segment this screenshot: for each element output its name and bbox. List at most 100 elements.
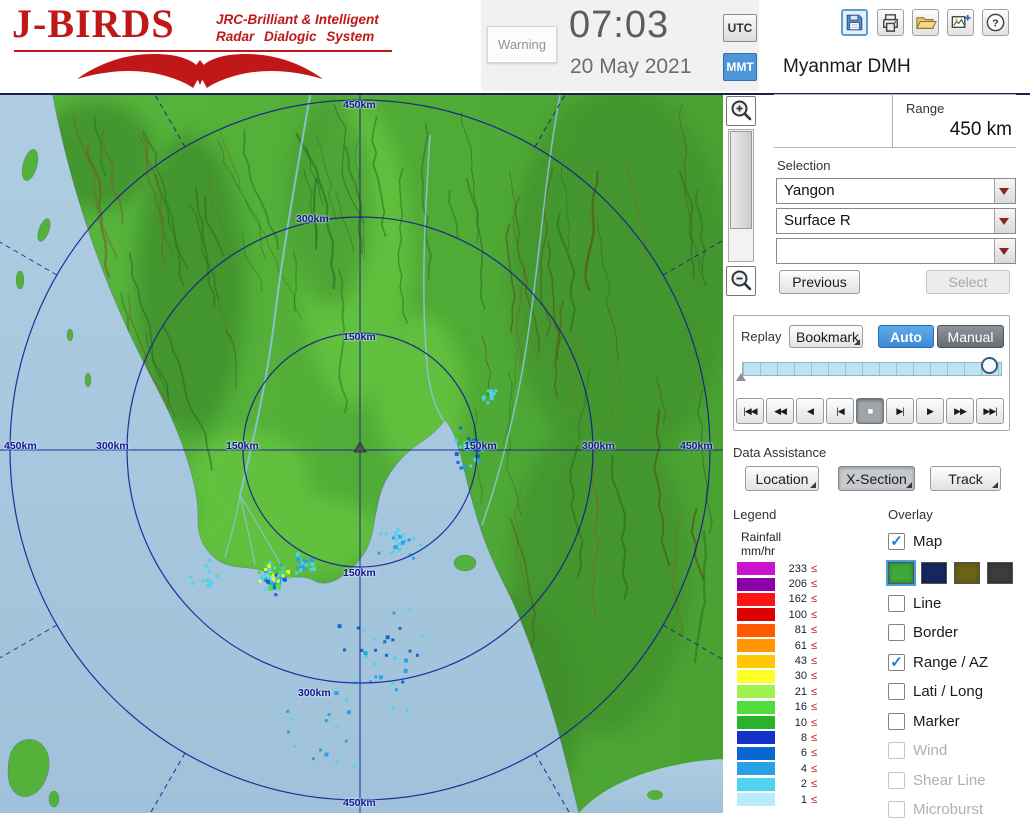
map-style-olive[interactable] [954, 562, 980, 584]
map-style-navy[interactable] [921, 562, 947, 584]
select-button[interactable]: Select [926, 270, 1010, 294]
legend-row: 162≤ [737, 592, 817, 607]
legend-value: 162 [779, 593, 807, 605]
overlay-item-marker[interactable]: Marker [888, 707, 1030, 737]
legend-row: 30 ≤ [737, 669, 817, 684]
overlay-item-border[interactable]: Border [888, 618, 1030, 648]
playback-step-forward[interactable]: ▶| [886, 398, 914, 424]
overlay-label: Marker [913, 713, 960, 730]
playback-play[interactable]: ▶ [916, 398, 944, 424]
zoom-in-button[interactable] [726, 96, 756, 126]
checkbox[interactable] [888, 624, 905, 641]
playback-fast-forward[interactable]: ▶▶ [946, 398, 974, 424]
location-button[interactable]: Location [745, 466, 819, 491]
radar-map-display[interactable]: 450km300km150km450km300km150km150km300km… [0, 93, 723, 813]
map-style-dark[interactable] [987, 562, 1013, 584]
site-dropdown-value: Yangon [777, 179, 994, 203]
legend-value: 4 [779, 763, 807, 775]
timeline-thumb[interactable] [981, 357, 998, 374]
range-ring-label: 450km [680, 440, 713, 452]
dropdown-arrow-icon[interactable] [994, 179, 1015, 203]
overlay-label: Lati / Long [913, 683, 983, 700]
auto-mode-button[interactable]: Auto [878, 325, 934, 348]
overlay-label: Map [913, 533, 942, 550]
save-button[interactable] [841, 9, 868, 36]
site-dropdown[interactable]: Yangon [776, 178, 1016, 204]
product-dropdown[interactable]: Surface R [776, 208, 1016, 234]
selection-label: Selection [777, 158, 830, 173]
checkbox[interactable] [888, 772, 905, 789]
legend-row: 206≤ [737, 576, 817, 591]
playback-stop[interactable]: ■ [856, 398, 884, 424]
timezone-mmt-button[interactable]: MMT [723, 53, 757, 81]
legend-value: 61 [779, 640, 807, 652]
legend-color-swatch [737, 593, 775, 606]
playback-step-back[interactable]: |◀ [826, 398, 854, 424]
legend-row: 81≤ [737, 623, 817, 638]
dropdown-arrow-icon[interactable] [994, 239, 1015, 263]
option-dropdown-value [777, 239, 994, 263]
legend-unit-line1: Rainfall [741, 530, 781, 544]
checkbox[interactable] [888, 595, 905, 612]
map-zoom-scrollbar[interactable] [728, 129, 754, 262]
bookmark-button[interactable]: Bookmark [789, 325, 863, 348]
legend-unit-line2: mm/hr [741, 544, 781, 558]
option-dropdown[interactable] [776, 238, 1016, 264]
legend-color-swatch [737, 639, 775, 652]
legend-lte-symbol: ≤ [811, 640, 817, 652]
x-section-button[interactable]: X-Section [838, 466, 915, 491]
legend-color-swatch [737, 731, 775, 744]
legend-row: 16≤ [737, 700, 817, 715]
scrollbar-thumb[interactable] [730, 131, 752, 229]
playback-skip-end[interactable]: ▶▶| [976, 398, 1004, 424]
overlay-item-range-az[interactable]: ✓Range / AZ [888, 648, 1030, 678]
checkbox[interactable]: ✓ [888, 533, 905, 550]
help-button[interactable]: ? [982, 9, 1009, 36]
overlay-item-map[interactable]: ✓ Map [888, 527, 1030, 557]
legend-lte-symbol: ≤ [811, 670, 817, 682]
legend-value: 30 [779, 670, 807, 682]
range-ring-label: 150km [226, 440, 259, 452]
overlay-item-wind[interactable]: Wind [888, 736, 1030, 766]
overlay-item-lati-long[interactable]: Lati / Long [888, 677, 1030, 707]
product-dropdown-value: Surface R [777, 209, 994, 233]
dropdown-arrow-icon[interactable] [994, 209, 1015, 233]
checkbox[interactable] [888, 713, 905, 730]
overlay-item-shear-line[interactable]: Shear Line [888, 766, 1030, 796]
track-button[interactable]: Track [930, 466, 1001, 491]
open-folder-button[interactable] [912, 9, 939, 36]
legend-value: 81 [779, 624, 807, 636]
legend-color-swatch [737, 655, 775, 668]
timezone-utc-button[interactable]: UTC [723, 14, 757, 42]
legend-row: 100≤ [737, 607, 817, 622]
legend-lte-symbol: ≤ [811, 655, 817, 667]
playback-play-reverse[interactable]: ◀ [796, 398, 824, 424]
playback-skip-start[interactable]: |◀◀ [736, 398, 764, 424]
legend-title: Legend [733, 507, 776, 522]
legend-lte-symbol: ≤ [811, 686, 817, 698]
overlay-item-microburst[interactable]: Microburst [888, 795, 1030, 825]
checkbox[interactable] [888, 801, 905, 818]
previous-button[interactable]: Previous [779, 270, 860, 294]
legend-row: 61 ≤ [737, 638, 817, 653]
manual-mode-button[interactable]: Manual [937, 325, 1004, 348]
range-ring-label: 450km [343, 99, 376, 111]
checkbox[interactable] [888, 742, 905, 759]
app-window: J-BIRDS JRC-Brilliant & Intelligent Rada… [0, 0, 1030, 811]
warning-button[interactable]: Warning [487, 26, 557, 63]
question-mark-icon: ? [984, 11, 1007, 34]
playback-rewind[interactable]: ◀◀ [766, 398, 794, 424]
legend-row: 233≤ [737, 561, 817, 576]
overlay-item-line[interactable]: Line [888, 589, 1030, 619]
zoom-out-button[interactable] [726, 266, 756, 296]
legend-lte-symbol: ≤ [811, 701, 817, 713]
magnifier-minus-icon [728, 267, 754, 293]
checkbox[interactable] [888, 683, 905, 700]
map-style-green[interactable] [888, 562, 914, 584]
replay-timeline-slider[interactable] [742, 362, 1002, 376]
checkbox[interactable]: ✓ [888, 654, 905, 671]
legend-color-swatch [737, 670, 775, 683]
print-button[interactable] [877, 9, 904, 36]
legend-value: 6 [779, 747, 807, 759]
export-image-button[interactable] [947, 9, 974, 36]
